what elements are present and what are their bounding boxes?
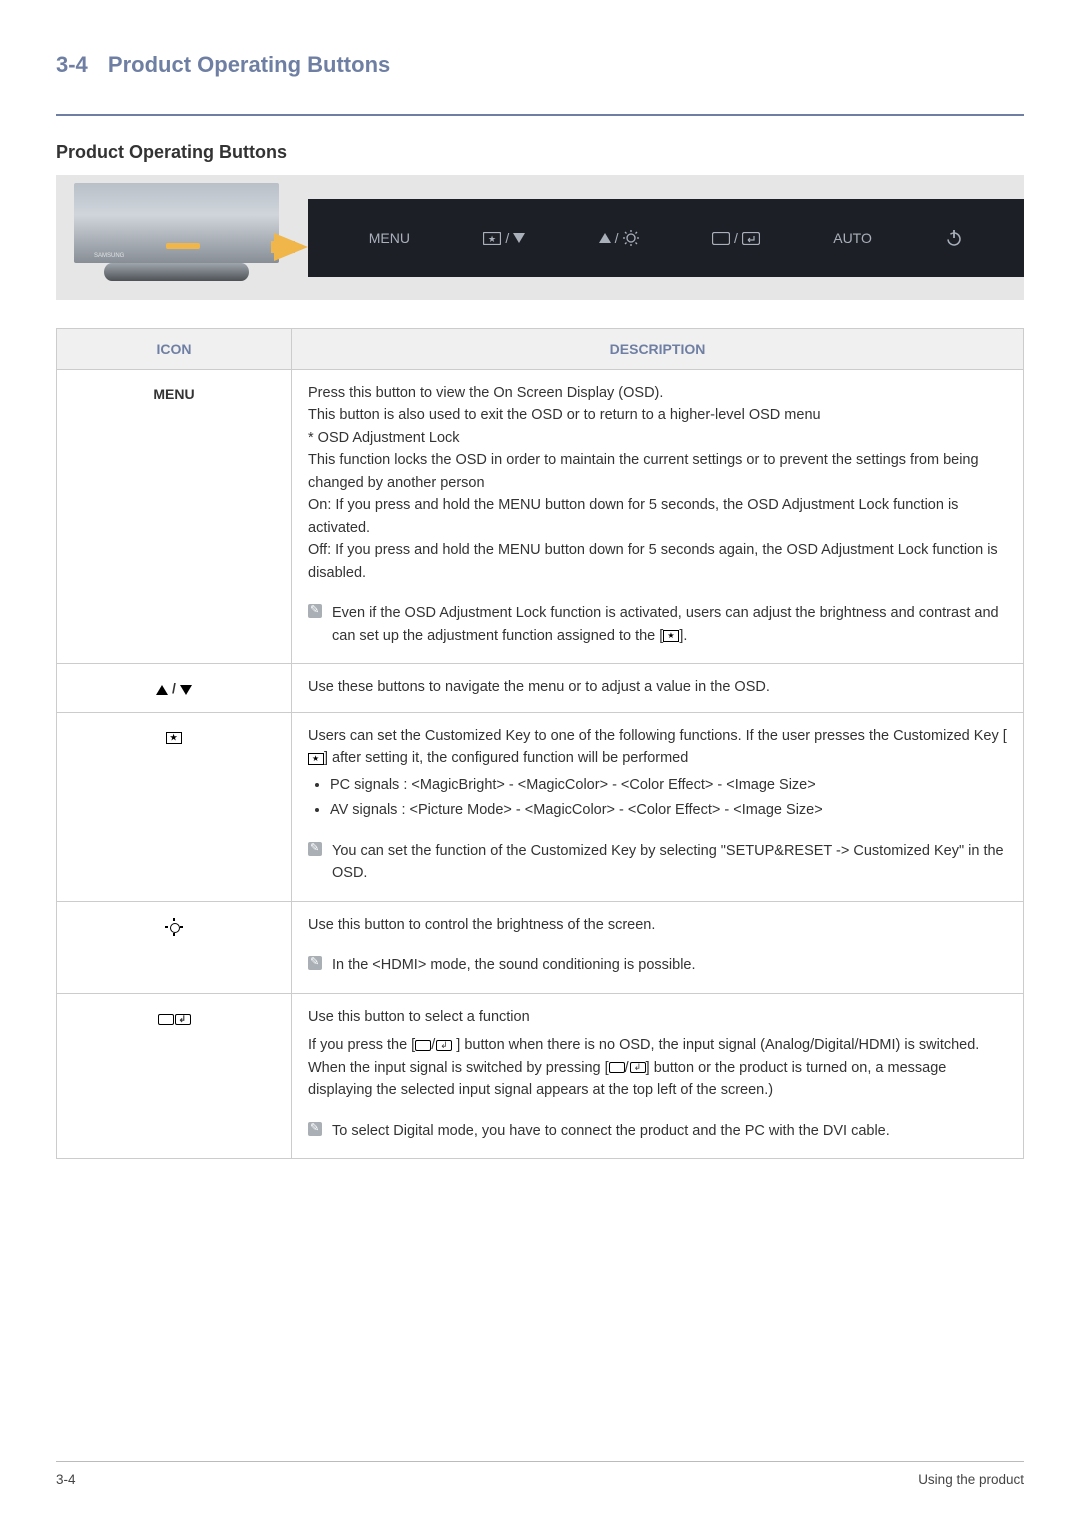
source-rect-icon xyxy=(609,1062,625,1073)
callout-arrow-icon xyxy=(274,233,308,261)
button-strip: MENU ★ / / / AUTO xyxy=(308,199,1024,277)
bright-p1: Use this button to control the brightnes… xyxy=(308,914,1007,936)
desc-source: Use this button to select a function If … xyxy=(292,993,1024,1158)
buttons-table: ICON DESCRIPTION MENU Press this button … xyxy=(56,328,1024,1159)
section-rule xyxy=(56,114,1024,116)
custom-bullet-pc: PC signals : <MagicBright> - <MagicColor… xyxy=(330,774,1007,796)
col-header-description: DESCRIPTION xyxy=(292,329,1024,370)
strip-menu-label: MENU xyxy=(369,230,410,246)
menu-p5: On: If you press and hold the MENU butto… xyxy=(308,494,1007,539)
page-footer: 3-4 Using the product xyxy=(56,1461,1024,1487)
section-heading: 3-4 Product Operating Buttons xyxy=(56,52,1024,88)
custom-note: You can set the function of the Customiz… xyxy=(308,832,1007,889)
monitor-stand-illustration: SAMSUNG xyxy=(74,183,279,291)
triangle-up-icon xyxy=(156,685,168,695)
footer-right: Using the product xyxy=(918,1472,1024,1487)
icon-source xyxy=(57,993,292,1158)
table-row: Use this button to select a function If … xyxy=(57,993,1024,1158)
source-enter-icon xyxy=(630,1062,646,1073)
sub-heading: Product Operating Buttons xyxy=(56,142,1024,163)
icon-menu-label: MENU xyxy=(57,370,292,664)
source-p1: Use this button to select a function xyxy=(308,1006,1007,1028)
icon-customized-key xyxy=(57,712,292,901)
customized-key-icon xyxy=(308,753,324,765)
menu-p6: Off: If you press and hold the MENU butt… xyxy=(308,539,1007,584)
strip-custom-down: ★ / xyxy=(483,230,525,246)
source-note: To select Digital mode, you have to conn… xyxy=(308,1112,1007,1146)
table-row: Users can set the Customized Key to one … xyxy=(57,712,1024,901)
footer-left: 3-4 xyxy=(56,1472,76,1487)
source-rect-icon xyxy=(158,1014,174,1025)
desc-menu: Press this button to view the On Screen … xyxy=(292,370,1024,664)
strip-up-bright: / xyxy=(599,230,639,246)
icon-up-down: / xyxy=(57,664,292,713)
source-rect-icon xyxy=(415,1040,431,1051)
desc-bright: Use this button to control the brightnes… xyxy=(292,901,1024,993)
product-buttons-figure: SAMSUNG MENU ★ / / / AUTO xyxy=(56,175,1024,300)
source-enter-icon xyxy=(436,1040,452,1051)
strip-power-icon xyxy=(945,229,963,247)
triangle-down-icon xyxy=(180,685,192,695)
desc-updown: Use these buttons to navigate the menu o… xyxy=(292,664,1024,713)
strip-source: / xyxy=(712,230,760,246)
section-number: 3-4 xyxy=(56,52,88,77)
menu-p1: Press this button to view the On Screen … xyxy=(308,382,1007,404)
menu-p2: This button is also used to exit the OSD… xyxy=(308,404,1007,426)
icon-brightness xyxy=(57,901,292,993)
section-title: Product Operating Buttons xyxy=(108,52,390,77)
menu-p3: * OSD Adjustment Lock xyxy=(308,427,1007,449)
source-enter-icon xyxy=(175,1014,191,1025)
customized-key-icon xyxy=(663,630,679,642)
strip-auto-label: AUTO xyxy=(833,230,872,246)
customized-key-icon xyxy=(166,732,182,744)
table-row: / Use these buttons to navigate the menu… xyxy=(57,664,1024,713)
menu-note: Even if the OSD Adjustment Lock function… xyxy=(308,594,1007,651)
table-row: MENU Press this button to view the On Sc… xyxy=(57,370,1024,664)
custom-bullet-av: AV signals : <Picture Mode> - <MagicColo… xyxy=(330,799,1007,821)
svg-text:★: ★ xyxy=(488,234,496,244)
bright-note: In the <HDMI> mode, the sound conditioni… xyxy=(308,946,1007,980)
col-header-icon: ICON xyxy=(57,329,292,370)
menu-p4: This function locks the OSD in order to … xyxy=(308,449,1007,494)
table-row: Use this button to control the brightnes… xyxy=(57,901,1024,993)
desc-custom: Users can set the Customized Key to one … xyxy=(292,712,1024,901)
brightness-icon xyxy=(167,920,181,934)
